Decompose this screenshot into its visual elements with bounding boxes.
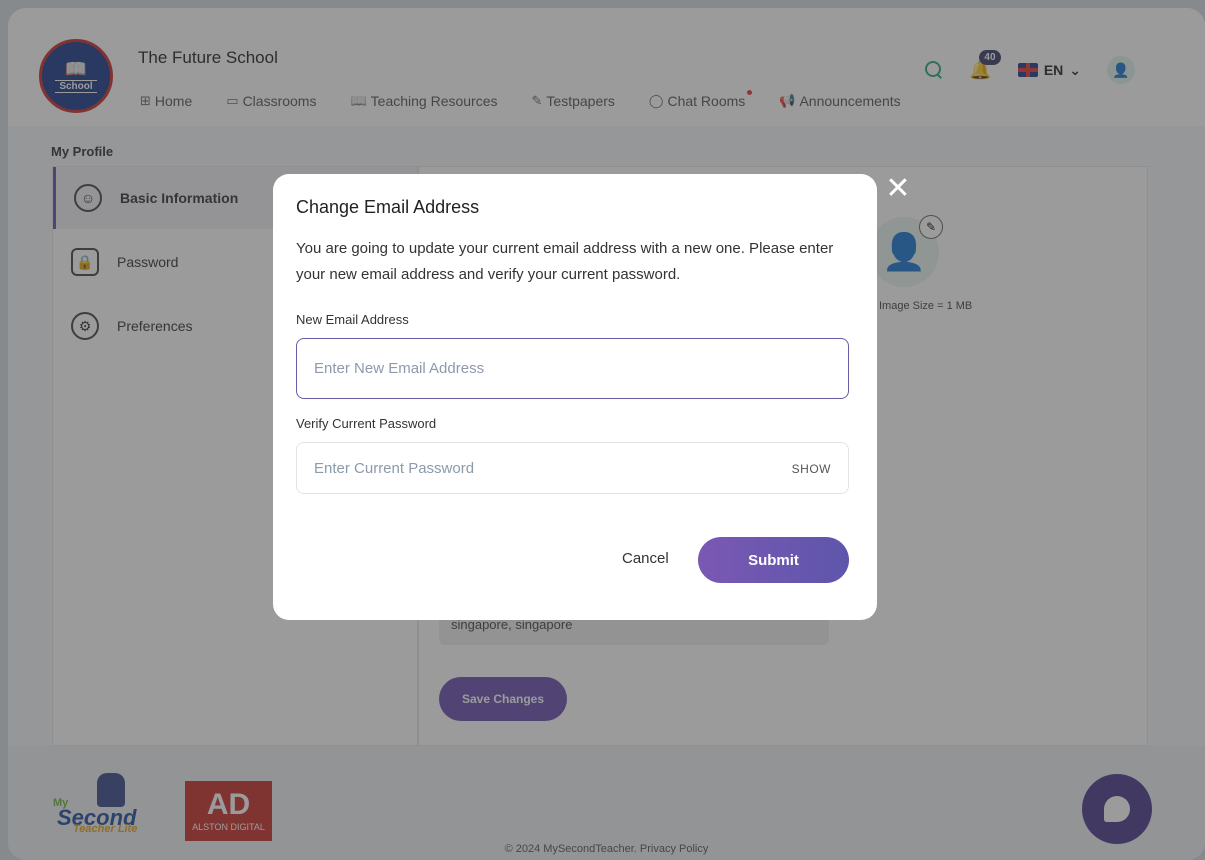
modal-description: You are going to update your current ema… (296, 240, 834, 283)
new-email-input[interactable] (296, 338, 849, 399)
current-password-field: SHOW (296, 442, 849, 494)
show-password-toggle[interactable]: SHOW (792, 462, 831, 476)
new-email-label: New Email Address (296, 312, 409, 327)
submit-button[interactable]: Submit (698, 537, 849, 583)
change-email-modal: Change Email Address You are going to up… (273, 174, 877, 620)
modal-title: Change Email Address (296, 197, 480, 217)
close-icon[interactable]: ✕ (884, 174, 912, 204)
cancel-button[interactable]: Cancel (622, 550, 669, 567)
current-password-input[interactable] (297, 443, 767, 493)
current-password-label: Verify Current Password (296, 416, 437, 431)
